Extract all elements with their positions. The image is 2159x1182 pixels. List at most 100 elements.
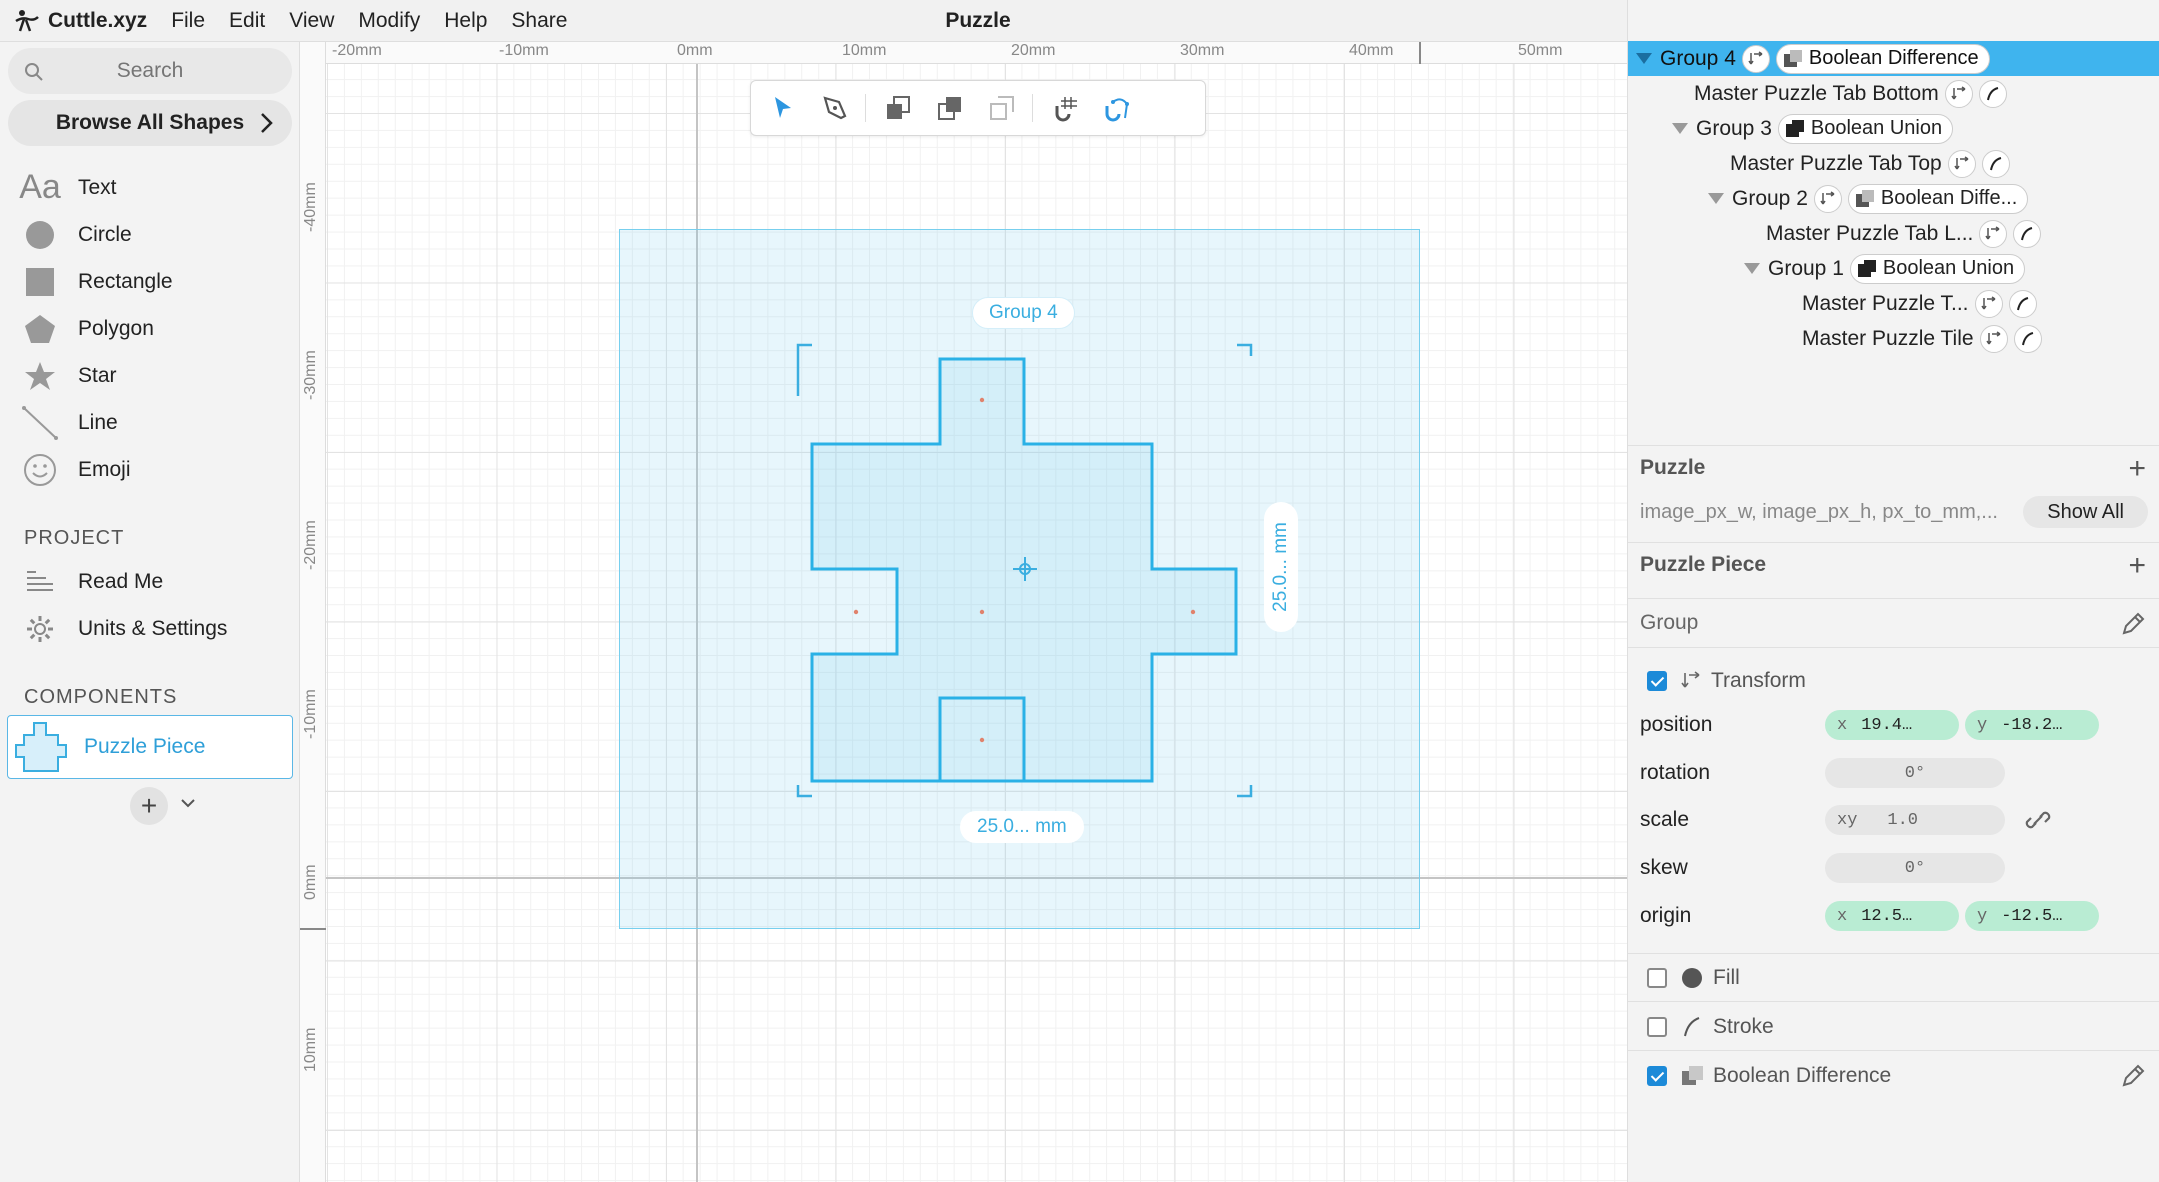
stroke-icon[interactable] <box>2008 289 2037 318</box>
shape-emoji[interactable]: Emoji <box>0 446 300 493</box>
ruler-marker <box>300 928 326 930</box>
shape-polygon[interactable]: Polygon <box>0 305 300 352</box>
tree-row-master-puzzle-tile[interactable]: Master Puzzle Tile <box>1628 321 2159 356</box>
transform-icon[interactable] <box>1979 219 2008 248</box>
browse-all-shapes-button[interactable]: Browse All Shapes <box>8 100 292 146</box>
origin-x-field[interactable]: x 12.5… <box>1825 901 1959 931</box>
project-item-read-me[interactable]: Read Me <box>0 560 300 604</box>
fill-checkbox[interactable] <box>1647 968 1667 988</box>
skew-row: skew 0° <box>1628 845 2159 891</box>
stroke-icon[interactable] <box>2013 324 2042 353</box>
left-sidebar: Browse All Shapes Aa Text Circle Rectang… <box>0 42 300 1182</box>
project-section-label: PROJECT <box>24 527 125 549</box>
boolean-union-pill[interactable]: Boolean Union <box>1777 113 1954 144</box>
menu-share[interactable]: Share <box>511 9 567 33</box>
boolean-checkbox[interactable] <box>1647 1066 1667 1086</box>
show-all-button[interactable]: Show All <box>2023 496 2148 528</box>
app-logo[interactable]: Cuttle.xyz <box>12 7 147 35</box>
transform-icon[interactable] <box>1979 324 2008 353</box>
shape-label: Circle <box>78 222 132 246</box>
menu-file[interactable]: File <box>171 9 205 33</box>
tree-row-group-3[interactable]: Group 3 Boolean Union <box>1628 111 2159 146</box>
select-tool[interactable] <box>763 88 803 128</box>
puzzle-shape[interactable] <box>300 42 1627 1182</box>
height-dimension-text: 25.0... mm <box>1270 522 1291 612</box>
snap-grid-tool[interactable] <box>1045 88 1085 128</box>
tree-row-group-2[interactable]: Group 2 Boolean Diffe... <box>1628 181 2159 216</box>
project-item-units-settings[interactable]: Units & Settings <box>0 607 300 651</box>
expand-triangle-icon[interactable] <box>1744 263 1760 274</box>
ruler-top: -20mm -10mm 0mm 10mm 20mm 30mm 40mm 50mm <box>300 42 1627 64</box>
transform-icon[interactable] <box>1813 184 1842 213</box>
group-row[interactable]: Group <box>1628 598 2159 648</box>
expand-triangle-icon[interactable] <box>1636 53 1652 64</box>
search-input[interactable] <box>8 58 292 84</box>
send-backward-tool[interactable] <box>982 88 1022 128</box>
search-box[interactable] <box>8 48 292 94</box>
transform-icon[interactable] <box>1944 79 1973 108</box>
transform-icon[interactable] <box>1947 149 1976 178</box>
fill-row[interactable]: Fill <box>1628 955 2159 1001</box>
position-y-field[interactable]: y -18.2… <box>1965 710 2099 740</box>
menu-view[interactable]: View <box>289 9 334 33</box>
shape-star[interactable]: Star <box>0 352 300 399</box>
ruler-tick-label: -10mm <box>499 42 549 59</box>
shape-circle[interactable]: Circle <box>0 211 300 258</box>
transform-icon[interactable] <box>1974 289 2003 318</box>
component-puzzle-piece[interactable]: Puzzle Piece <box>7 715 293 779</box>
tree-row-master-puzzle-tab-left[interactable]: Master Puzzle Tab L... <box>1628 216 2159 251</box>
tree-row-master-puzzle-t[interactable]: Master Puzzle T... <box>1628 286 2159 321</box>
tree-row-group-4[interactable]: Group 4 Boolean Difference <box>1628 41 2159 76</box>
menu-modify[interactable]: Modify <box>358 9 420 33</box>
project-item-label: Units & Settings <box>78 617 228 640</box>
origin-y-field[interactable]: y -12.5… <box>1965 901 2099 931</box>
ruler-tick-label: -10mm <box>302 689 319 739</box>
transform-icon[interactable] <box>1741 44 1770 73</box>
bring-forward-tool[interactable] <box>878 88 918 128</box>
puzzle-piece-section-header: Puzzle Piece + <box>1628 542 2159 586</box>
tree-row-group-1[interactable]: Group 1 Boolean Union <box>1628 251 2159 286</box>
pencil-icon[interactable] <box>2120 611 2146 637</box>
stroke-icon[interactable] <box>1978 79 2007 108</box>
link-icon[interactable] <box>2024 807 2052 833</box>
shape-line[interactable]: Line <box>0 399 300 446</box>
chevron-down-icon[interactable] <box>180 796 196 810</box>
skew-field[interactable]: 0° <box>1825 853 2005 883</box>
shape-text[interactable]: Aa Text <box>0 164 300 211</box>
expand-triangle-icon[interactable] <box>1708 193 1724 204</box>
menu-help[interactable]: Help <box>444 9 487 33</box>
transform-row[interactable]: Transform <box>1628 658 2159 704</box>
boolean-difference-pill[interactable]: Boolean Diffe... <box>1847 183 2029 214</box>
add-parameter-button[interactable]: + <box>2128 452 2146 486</box>
scale-field[interactable]: xy 1.0 <box>1825 805 2005 835</box>
stroke-icon <box>1684 1017 1700 1037</box>
add-parameter-button[interactable]: + <box>2128 549 2146 583</box>
canvas-toolbar <box>750 80 1206 136</box>
shape-rectangle[interactable]: Rectangle <box>0 258 300 305</box>
boolean-difference-row[interactable]: Boolean Difference <box>1628 1053 2159 1099</box>
add-component-button[interactable]: + <box>130 787 168 825</box>
parameters-summary[interactable]: image_px_w, image_px_h, px_to_mm,... Sho… <box>1628 491 2159 533</box>
tree-row-master-puzzle-tab-bottom[interactable]: Master Puzzle Tab Bottom <box>1628 76 2159 111</box>
pen-tool[interactable] <box>815 88 855 128</box>
shape-label: Text <box>78 175 117 199</box>
boolean-union-pill[interactable]: Boolean Union <box>1849 253 2026 284</box>
browse-label: Browse All Shapes <box>55 111 245 134</box>
expand-triangle-icon[interactable] <box>1672 123 1688 134</box>
stroke-checkbox[interactable] <box>1647 1017 1667 1037</box>
position-x-field[interactable]: x 19.4… <box>1825 710 1959 740</box>
stroke-row[interactable]: Stroke <box>1628 1004 2159 1050</box>
stroke-icon[interactable] <box>1981 149 2010 178</box>
stroke-icon[interactable] <box>2013 219 2042 248</box>
tree-row-master-puzzle-tab-top[interactable]: Master Puzzle Tab Top <box>1628 146 2159 181</box>
boolean-label: Boolean Union <box>1810 117 1943 139</box>
bring-to-front-tool[interactable] <box>930 88 970 128</box>
menu-edit[interactable]: Edit <box>229 9 265 33</box>
snap-geometry-tool[interactable] <box>1097 88 1137 128</box>
rotation-field[interactable]: 0° <box>1825 758 2005 788</box>
pencil-icon[interactable] <box>2120 1063 2146 1089</box>
design-canvas[interactable]: Group 4 25.0... mm 25.0... mm -20mm -10m… <box>300 42 1627 1182</box>
boolean-difference-pill[interactable]: Boolean Difference <box>1775 43 1990 74</box>
transform-checkbox[interactable] <box>1647 671 1667 691</box>
cursor-arrow-icon <box>775 97 791 118</box>
